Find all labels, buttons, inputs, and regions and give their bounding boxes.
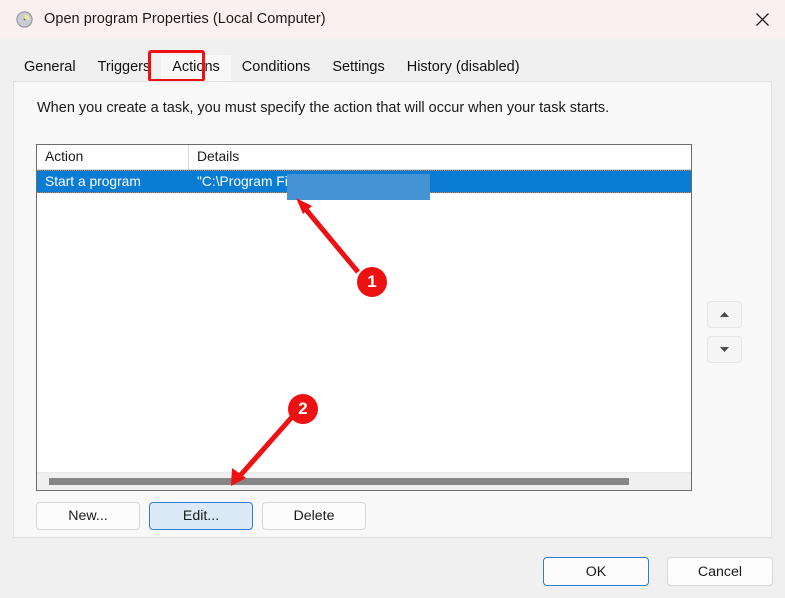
- annotation-marker-2: 2: [288, 394, 318, 424]
- cell-details: "C:\Program Files\Par: [197, 174, 331, 189]
- title-bar: Open program Properties (Local Computer): [0, 0, 785, 38]
- annotation-marker-1: 1: [357, 267, 387, 297]
- column-header-action[interactable]: Action: [37, 145, 189, 169]
- ok-button[interactable]: OK: [543, 557, 649, 586]
- horizontal-scrollbar-thumb[interactable]: [49, 478, 629, 485]
- tab-actions[interactable]: Actions: [161, 55, 231, 81]
- tab-settings[interactable]: Settings: [321, 55, 395, 81]
- new-button[interactable]: New...: [36, 502, 140, 530]
- close-button[interactable]: [739, 0, 785, 38]
- list-header-row: Action Details: [37, 145, 691, 170]
- actions-list[interactable]: Action Details Start a program "C:\Progr…: [36, 144, 692, 491]
- triangle-up-icon: [720, 312, 729, 317]
- tab-history[interactable]: History (disabled): [396, 55, 531, 81]
- move-up-button[interactable]: [707, 301, 742, 328]
- cell-action: Start a program: [45, 174, 141, 189]
- triangle-down-icon: [720, 347, 729, 352]
- move-down-button[interactable]: [707, 336, 742, 363]
- clock-icon: [16, 10, 33, 28]
- tab-conditions[interactable]: Conditions: [231, 55, 322, 81]
- tab-strip: General Triggers Actions Conditions Sett…: [13, 54, 531, 81]
- edit-button[interactable]: Edit...: [149, 502, 253, 530]
- table-row[interactable]: Start a program "C:\Program Files\Par: [37, 170, 691, 193]
- column-header-details[interactable]: Details: [189, 145, 691, 169]
- close-icon: [755, 12, 769, 26]
- horizontal-scrollbar[interactable]: [37, 472, 691, 490]
- task-properties-dialog: Open program Properties (Local Computer)…: [0, 0, 785, 598]
- cancel-button[interactable]: Cancel: [667, 557, 773, 586]
- instruction-text: When you create a task, you must specify…: [37, 100, 610, 116]
- delete-button[interactable]: Delete: [262, 502, 366, 530]
- actions-tab-panel: When you create a task, you must specify…: [13, 81, 772, 538]
- tab-triggers[interactable]: Triggers: [87, 55, 162, 81]
- tab-general[interactable]: General: [13, 55, 87, 81]
- window-title: Open program Properties (Local Computer): [44, 11, 326, 27]
